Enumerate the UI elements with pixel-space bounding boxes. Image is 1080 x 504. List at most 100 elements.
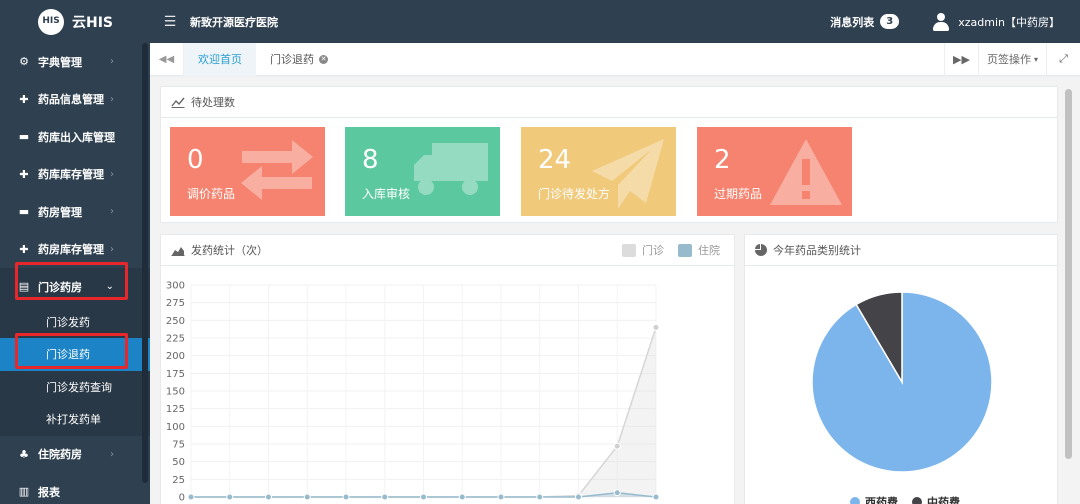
card-value: 2 bbox=[714, 145, 731, 175]
messages-button[interactable]: 消息列表 3 bbox=[830, 14, 933, 30]
gears-icon: ⚙ bbox=[19, 55, 29, 69]
sidebar-item-drug-info[interactable]: ✚ 药品信息管理 › bbox=[0, 81, 150, 119]
chevron-right-icon: › bbox=[110, 448, 114, 460]
sidebar-item-label: 药库库存管理 bbox=[38, 168, 104, 182]
category-stats-panel: 今年药品类别统计 西药费 中药费 bbox=[744, 234, 1058, 504]
submenu-item-return[interactable]: 门诊退药 bbox=[0, 338, 150, 371]
chart-icon: ▥ bbox=[18, 485, 30, 499]
pending-card-inbound-review[interactable]: 8 入库审核 bbox=[345, 127, 500, 216]
user-label: xzadmin【中药房】 bbox=[958, 15, 1060, 29]
legend-label-outpatient[interactable]: 门诊 bbox=[642, 242, 664, 258]
y-tick-label: 100 bbox=[166, 422, 185, 433]
fullscreen-icon[interactable]: ⤢ bbox=[1046, 42, 1080, 76]
logo-text: 云HIS bbox=[72, 14, 114, 31]
card-value: 24 bbox=[538, 145, 572, 175]
data-point bbox=[342, 493, 350, 501]
legend-label-inpatient[interactable]: 住院 bbox=[698, 242, 720, 258]
sidebar-item-warehouse-stock[interactable]: ✚ 药库库存管理 › bbox=[0, 156, 150, 194]
sidebar: ⚙ 字典管理 › ✚ 药品信息管理 › ▬ 药库出入库管理 › ✚ 药库库存管理… bbox=[0, 43, 150, 504]
sidebar-item-inpatient-pharmacy[interactable]: ♣ 住院药房 › bbox=[0, 436, 150, 474]
close-icon[interactable]: ✕ bbox=[319, 54, 328, 64]
submenu-item-reprint[interactable]: 补打发药单 bbox=[0, 403, 150, 436]
y-tick-label: 175 bbox=[166, 369, 185, 380]
messages-count-badge: 3 bbox=[880, 14, 900, 29]
user-menu[interactable]: xzadmin【中药房】 bbox=[933, 12, 1080, 31]
sidebar-item-outpatient-pharmacy[interactable]: ▤ 门诊药房 ⌄ bbox=[0, 268, 150, 306]
sidebar-item-label: 药房库存管理 bbox=[38, 243, 104, 257]
submenu-item-dispense-query[interactable]: 门诊发药查询 bbox=[0, 370, 150, 403]
tab-scroll-left-icon[interactable]: ◀◀ bbox=[150, 42, 184, 76]
sidebar-item-reports[interactable]: ▥ 报表 bbox=[0, 473, 150, 504]
legend-swatch-inpatient bbox=[678, 243, 692, 257]
card-label: 过期药品 bbox=[714, 187, 763, 201]
page-ops-dropdown[interactable]: 页签操作 ▾ bbox=[978, 42, 1046, 76]
sidebar-item-dictionary[interactable]: ⚙ 字典管理 › bbox=[0, 43, 150, 81]
logo-badge-icon: HIS bbox=[38, 8, 64, 35]
data-point bbox=[381, 493, 389, 501]
page-ops-label: 页签操作 bbox=[986, 53, 1031, 66]
chevron-right-icon: › bbox=[110, 243, 114, 255]
sidebar-scrollbar[interactable] bbox=[142, 43, 148, 483]
briefcase-icon: ▬ bbox=[18, 205, 30, 219]
card-value: 0 bbox=[187, 145, 204, 175]
menu-toggle-icon[interactable]: ☰ bbox=[150, 14, 190, 30]
pending-card-outpatient-prescriptions[interactable]: 24 门诊待发处方 bbox=[521, 127, 676, 216]
tab-welcome[interactable]: 欢迎首页 bbox=[184, 42, 256, 76]
sidebar-item-pharmacy-mgmt[interactable]: ▬ 药房管理 › bbox=[0, 193, 150, 231]
sidebar-item-label: 报表 bbox=[38, 485, 60, 499]
tab-outpatient-return[interactable]: 门诊退药 ✕ bbox=[256, 43, 342, 76]
y-tick-label: 225 bbox=[166, 334, 185, 345]
sidebar-item-label: 字典管理 bbox=[38, 55, 82, 69]
tab-label: 欢迎首页 bbox=[198, 53, 242, 66]
chevron-right-icon: › bbox=[110, 206, 114, 218]
submenu-item-dispense[interactable]: 门诊发药 bbox=[0, 305, 150, 338]
data-point bbox=[497, 493, 505, 501]
flask-icon: ♣ bbox=[19, 447, 29, 461]
y-tick-label: 250 bbox=[166, 316, 185, 327]
medkit-icon: ✚ bbox=[19, 242, 29, 256]
data-point bbox=[652, 493, 660, 501]
messages-label: 消息列表 bbox=[830, 15, 875, 29]
legend-swatch bbox=[850, 497, 860, 504]
tab-label: 门诊退药 bbox=[270, 53, 314, 66]
data-point bbox=[613, 489, 621, 497]
logo[interactable]: HIS 云HIS bbox=[0, 0, 150, 43]
top-header: HIS 云HIS ☰ 新致开源医疗医院 消息列表 3 xzadmin【中药房】 bbox=[0, 0, 1080, 43]
tab-scroll-right-icon[interactable]: ▶▶ bbox=[944, 42, 978, 76]
y-tick-label: 125 bbox=[166, 404, 185, 415]
data-point bbox=[187, 493, 195, 501]
medkit-icon: ✚ bbox=[19, 92, 29, 106]
legend-label: 西药费 bbox=[865, 495, 898, 504]
caret-down-icon: ▾ bbox=[1033, 54, 1038, 64]
sidebar-item-label: 药库出入库管理 bbox=[38, 130, 115, 144]
legend-swatch bbox=[912, 497, 922, 504]
y-tick-label: 275 bbox=[166, 298, 185, 309]
y-tick-label: 300 bbox=[166, 281, 185, 292]
warning-icon bbox=[770, 139, 842, 205]
y-tick-label: 200 bbox=[166, 351, 185, 362]
pending-panel: 待处理数 0 调价药品 8 入库审核 24 门诊待发处方 2 过期药品 bbox=[160, 86, 1058, 223]
card-value: 8 bbox=[362, 145, 379, 175]
sidebar-item-label: 药品信息管理 bbox=[38, 93, 104, 107]
content-scrollbar[interactable] bbox=[1065, 89, 1072, 459]
area-chart-icon bbox=[171, 247, 185, 256]
y-tick-label: 0 bbox=[179, 493, 185, 504]
pending-card-price-adjust[interactable]: 0 调价药品 bbox=[170, 127, 325, 216]
data-point bbox=[536, 493, 544, 501]
sidebar-item-label: 药房管理 bbox=[38, 205, 82, 219]
line-chart-icon bbox=[171, 97, 185, 108]
sidebar-item-warehouse-inout[interactable]: ▬ 药库出入库管理 › bbox=[0, 118, 150, 156]
chevron-right-icon: › bbox=[110, 168, 114, 180]
dispense-stats-title: 发药统计（次） bbox=[191, 244, 268, 257]
data-point bbox=[458, 493, 466, 501]
user-icon bbox=[933, 12, 950, 31]
sidebar-item-pharmacy-stock[interactable]: ✚ 药房库存管理 › bbox=[0, 231, 150, 269]
sidebar-item-label: 住院药房 bbox=[38, 448, 82, 462]
chevron-right-icon: › bbox=[110, 93, 114, 105]
y-tick-label: 75 bbox=[172, 440, 185, 451]
data-point bbox=[226, 493, 234, 501]
clipboard-icon: ▤ bbox=[18, 280, 30, 294]
pending-panel-header: 待处理数 bbox=[161, 87, 1057, 118]
pending-card-expired[interactable]: 2 过期药品 bbox=[697, 127, 852, 216]
chevron-right-icon: › bbox=[110, 131, 114, 143]
